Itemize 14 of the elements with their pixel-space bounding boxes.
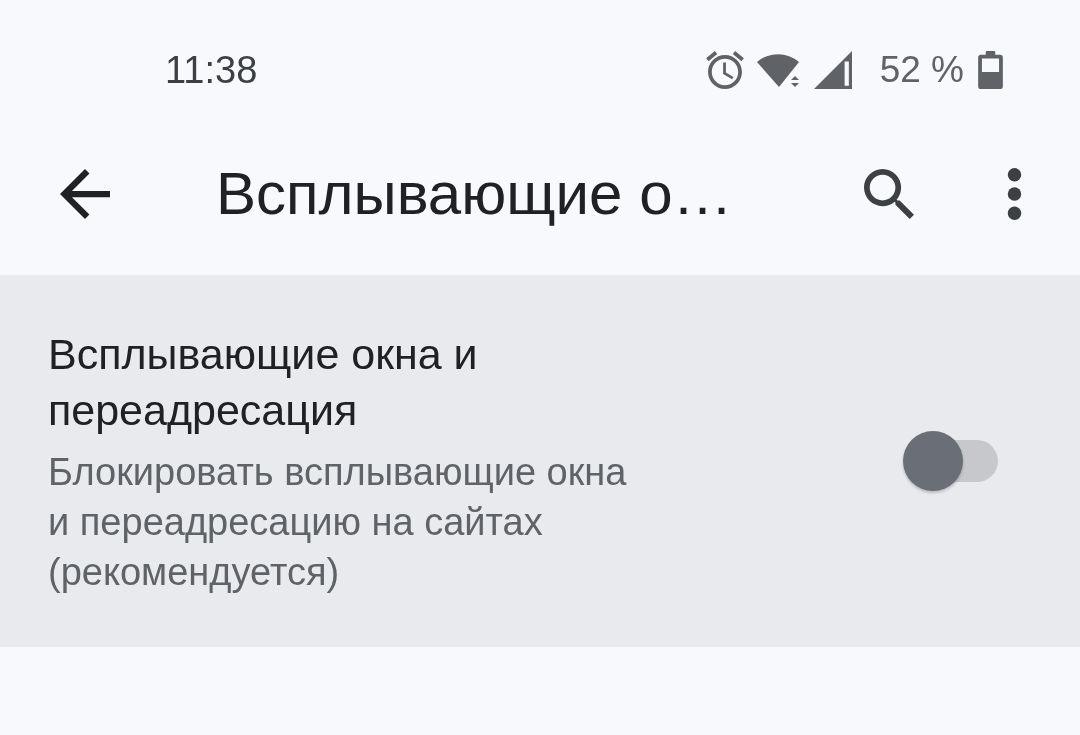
setting-title: Всплывающие окна и переадресация [48, 328, 479, 436]
setting-row[interactable]: Всплывающие окна и переадресация Блокировать всплывающие окна и переадресацию на сайтах (рекомендуется) [0, 275, 1080, 647]
wifi-icon [755, 51, 802, 89]
search-icon[interactable] [864, 168, 914, 219]
more-menu-icon[interactable] [1007, 167, 1022, 220]
alarm-clock-icon [705, 51, 744, 89]
toggle-switch[interactable] [903, 431, 998, 491]
signal-icon [813, 51, 852, 89]
battery-icon [978, 51, 1003, 89]
setting-summary: Блокировать всплывающие окна и переадресацию на сайтах (рекомендуется) [48, 449, 628, 595]
status-time: 11:38 [165, 48, 258, 92]
back-arrow-icon[interactable] [60, 168, 110, 219]
page-title: Всплывающие о… [216, 159, 733, 228]
battery-percentage: 52 % [879, 49, 964, 91]
